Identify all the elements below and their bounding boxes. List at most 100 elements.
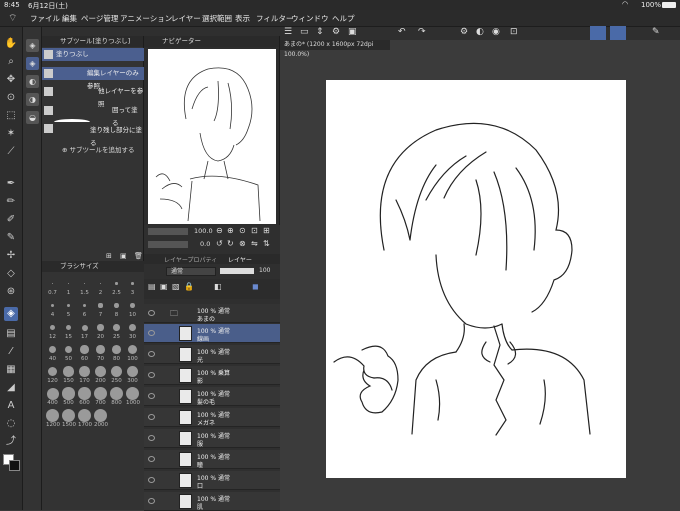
- menu-edit[interactable]: 編集: [62, 13, 77, 24]
- brush-size-dot[interactable]: [99, 282, 102, 285]
- brush-size-dot[interactable]: [67, 282, 70, 285]
- menu-help[interactable]: ヘルプ: [332, 13, 355, 24]
- menu-view[interactable]: 表示: [235, 13, 250, 24]
- layer-row[interactable]: 100 % 通常 髪の毛: [144, 387, 280, 406]
- deselect-icon[interactable]: ⊡: [510, 27, 518, 37]
- sub-color-swatch[interactable]: [9, 460, 20, 471]
- pencil-tool-icon[interactable]: ✏: [4, 195, 18, 209]
- zoom-tool-icon[interactable]: ⌕: [4, 55, 18, 69]
- actual-size-icon[interactable]: ⊡: [251, 226, 258, 235]
- eyedropper-icon[interactable]: ⟋: [4, 145, 18, 159]
- undo-icon[interactable]: ↶: [398, 27, 406, 37]
- visibility-eye-icon[interactable]: [148, 456, 155, 462]
- frame-icon[interactable]: ▦: [4, 363, 18, 377]
- fill-group-2-icon[interactable]: ◐: [26, 75, 39, 88]
- brush-size-dot[interactable]: [129, 324, 136, 331]
- brush-size-dot[interactable]: [95, 366, 106, 377]
- subtool-copy-icon[interactable]: ▣: [120, 252, 127, 260]
- layer-mask-icon[interactable]: ◼: [252, 282, 259, 291]
- brush-size-dot[interactable]: [111, 366, 122, 377]
- brush-size-dot[interactable]: [83, 282, 86, 285]
- eraser-icon[interactable]: ◇: [4, 267, 18, 281]
- brush-size-dot[interactable]: [81, 324, 88, 331]
- layer-icon-1[interactable]: ▤: [148, 282, 156, 291]
- navigator-preview[interactable]: [148, 49, 276, 224]
- layer-folder-row[interactable]: 🗀 100 % 通常 あまの: [144, 304, 280, 323]
- brush-size-dot[interactable]: [79, 366, 90, 377]
- brush-size-dot[interactable]: [96, 345, 105, 354]
- brush-size-dot[interactable]: [110, 387, 123, 400]
- brush-size-dot[interactable]: [64, 345, 73, 354]
- rotation-slider[interactable]: [148, 241, 188, 248]
- brush-size-dot[interactable]: [52, 283, 53, 284]
- layer-icon-2[interactable]: ▣: [160, 282, 168, 291]
- pen-tool-icon[interactable]: ✒: [4, 177, 18, 191]
- blend-mode-select[interactable]: 通常: [166, 267, 216, 276]
- subtool-item-paint-unfilled[interactable]: 塗り残し部分に塗る: [42, 119, 144, 147]
- subtool-item-enclose[interactable]: 囲って塗る: [42, 104, 144, 127]
- layer-row[interactable]: 100 % 通常光: [144, 345, 280, 364]
- brush-size-dot[interactable]: [126, 387, 139, 400]
- brush-size-dot[interactable]: [47, 366, 58, 377]
- visibility-eye-icon[interactable]: [148, 372, 155, 378]
- visibility-eye-icon[interactable]: [148, 393, 155, 399]
- text-tool-icon[interactable]: A: [4, 399, 18, 413]
- fill-group-icon[interactable]: ◈: [26, 39, 39, 52]
- rotate-left-icon[interactable]: ↺: [216, 239, 223, 248]
- layer-row[interactable]: 100 % 通常肌: [144, 492, 280, 511]
- save-icon[interactable]: ⇕: [316, 27, 324, 37]
- fill-group-selected-icon[interactable]: ◈: [26, 57, 39, 70]
- brush-tool-icon[interactable]: ✐: [4, 213, 18, 227]
- subtool-item-ref-edit-layer[interactable]: 編集レイヤーのみ参照: [42, 67, 144, 90]
- zoom-slider[interactable]: [148, 228, 188, 235]
- brush-size-dot[interactable]: [66, 303, 71, 308]
- brush-size-dot[interactable]: [126, 365, 139, 378]
- brush-size-dot[interactable]: [94, 409, 107, 422]
- settings-icon[interactable]: ⚙: [332, 27, 340, 37]
- correct-line-icon[interactable]: ⤴: [4, 435, 18, 449]
- menu-page[interactable]: ページ管理: [81, 13, 118, 24]
- airbrush-icon[interactable]: ✎: [4, 231, 18, 245]
- transform-icon[interactable]: ◉: [492, 27, 500, 37]
- visibility-eye-icon[interactable]: [148, 414, 155, 420]
- brush-size-dot[interactable]: [78, 409, 91, 422]
- ruler-snap-button[interactable]: [590, 26, 606, 40]
- brush-size-dot[interactable]: [112, 345, 121, 354]
- subtool-delete-icon[interactable]: 🗑: [134, 252, 143, 260]
- add-subtool-button[interactable]: ⊕ サブツールを追加する: [62, 144, 135, 154]
- figure-tool-icon[interactable]: ⁄: [4, 345, 18, 359]
- new-file-icon[interactable]: ▭: [300, 27, 309, 37]
- brush-size-dot[interactable]: [49, 324, 56, 331]
- brush-size-dot[interactable]: [80, 345, 89, 354]
- decoration-icon[interactable]: ✢: [4, 249, 18, 263]
- brush-size-dot[interactable]: [46, 409, 59, 422]
- tab-layer[interactable]: レイヤー: [228, 255, 252, 264]
- brush-size-dot[interactable]: [46, 387, 59, 400]
- opacity-slider[interactable]: [220, 268, 254, 274]
- brush-size-dot[interactable]: [65, 324, 72, 331]
- fit-icon[interactable]: ⊙: [239, 226, 246, 235]
- fill-icon[interactable]: ◐: [476, 27, 484, 37]
- brush-size-dot[interactable]: [113, 324, 120, 331]
- layer-color-icon[interactable]: ◧: [214, 282, 222, 291]
- tab-layer-property[interactable]: レイヤープロパティ: [164, 255, 217, 264]
- visibility-eye-icon[interactable]: [148, 330, 155, 336]
- menu-selection[interactable]: 選択範囲: [202, 13, 232, 24]
- fill-group-3-icon[interactable]: ◑: [26, 93, 39, 106]
- brush-size-dot[interactable]: [97, 324, 104, 331]
- brush-size-dot[interactable]: [78, 387, 91, 400]
- layer-row[interactable]: 100 % 通常瞳: [144, 450, 280, 469]
- reset-rotation-icon[interactable]: ⊗: [239, 239, 246, 248]
- hand-icon[interactable]: ▣: [348, 27, 357, 37]
- brush-size-dot[interactable]: [131, 282, 134, 285]
- flip-v-icon[interactable]: ⇅: [263, 239, 270, 248]
- lock-icon[interactable]: 🔒: [184, 282, 194, 291]
- layer-row[interactable]: 100 % 通常服: [144, 429, 280, 448]
- document-tab[interactable]: あまの* (1200 x 1600px 72dpi 100.0%): [280, 40, 390, 58]
- layer-row[interactable]: 100 % 通常口: [144, 471, 280, 490]
- brush-size-dot[interactable]: [62, 409, 75, 422]
- gradient-icon[interactable]: ▤: [4, 327, 18, 341]
- brush-size-dot[interactable]: [94, 387, 107, 400]
- menu-filter[interactable]: フィルター: [256, 13, 293, 24]
- lasso-tool-icon[interactable]: ⊙: [4, 91, 18, 105]
